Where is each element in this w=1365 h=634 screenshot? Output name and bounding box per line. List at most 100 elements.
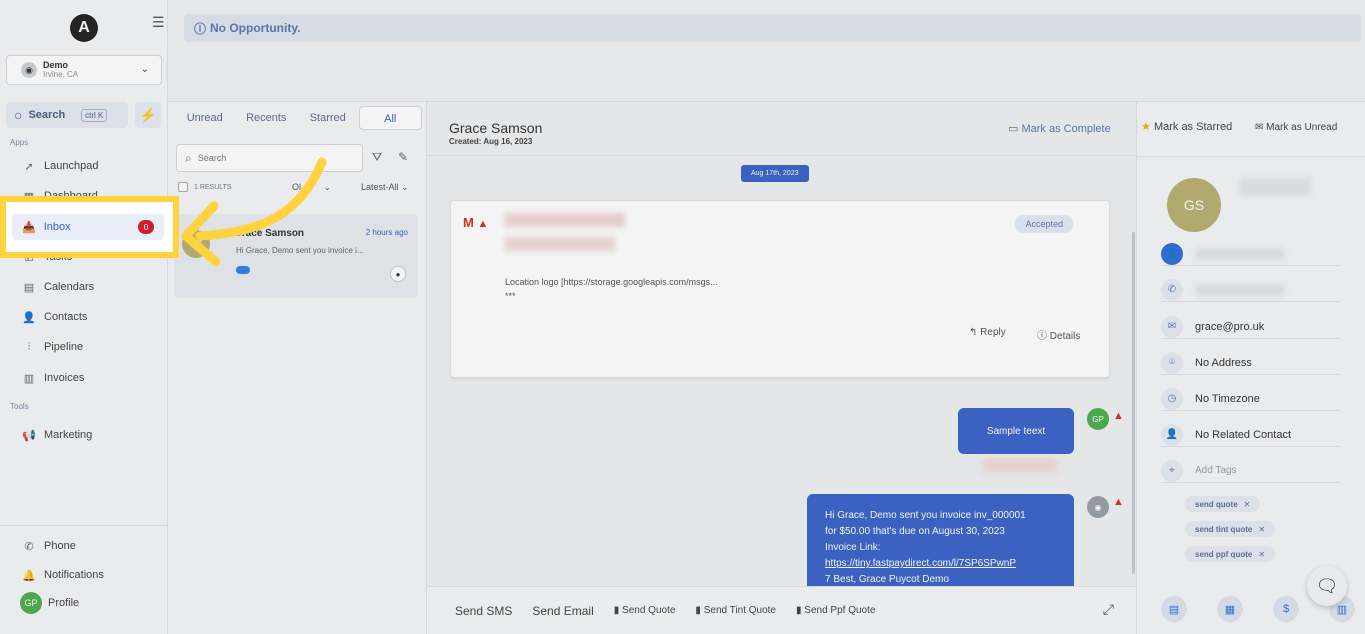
warning-icon: ▲ — [477, 218, 489, 230]
clipboard-icon: ▮ — [613, 605, 620, 616]
document-icon[interactable]: ▦ — [1217, 596, 1243, 622]
sidebar-item-marketing[interactable]: 📢 Marketing — [22, 425, 92, 445]
address-field[interactable]: ⌾ No Address — [1161, 351, 1341, 375]
related-contact-field[interactable]: 👤 No Related Contact — [1161, 423, 1341, 447]
inbox-highlight: 📥 Inbox 0 — [0, 196, 179, 258]
send-tint-quote-button[interactable]: ▮ Send Tint Quote — [695, 605, 776, 616]
contact-name-field[interactable]: 👤 — [1161, 242, 1341, 266]
sidebar-item-calendars[interactable]: ▤ Calendars — [22, 277, 94, 297]
sidebar-item-pipeline[interactable]: ⫶ Pipeline — [22, 337, 84, 357]
email-message-card: M ▲ Accepted Location logo [https://stor… — [450, 200, 1110, 378]
tags-placeholder: Add Tags — [1195, 465, 1237, 476]
tag-chip[interactable]: send tint quote ✕ — [1185, 521, 1276, 537]
conversation-search-input[interactable]: ⌕ Search — [176, 144, 363, 172]
mark-complete-button[interactable]: ▭ Mark as Complete — [1008, 122, 1111, 135]
tags-input[interactable]: ⌖ Add Tags — [1161, 459, 1341, 483]
contact-panel: ★ Mark as Starred ✉ Mark as Unread GS 👤 … — [1136, 102, 1365, 634]
message-line: Hi Grace, Demo sent you invoice inv_0000… — [825, 510, 1026, 521]
apps-section-heading: Apps — [10, 138, 29, 147]
sidebar-item-label: Inbox — [43, 221, 71, 233]
conversation-tabs: Unread Recents Starred All — [174, 106, 422, 130]
email-body-line: Location logo [https://storage.googleapi… — [505, 277, 718, 287]
app-logo: A — [70, 14, 98, 42]
mark-starred-button[interactable]: ★ Mark as Starred — [1141, 120, 1232, 133]
send-ppf-quote-button[interactable]: ▮ Send Ppf Quote — [796, 605, 875, 616]
close-icon[interactable]: ✕ — [1258, 550, 1265, 559]
account-switcher[interactable]: ◉ Demo Irvine, CA ⌄ — [6, 55, 162, 85]
send-sms-button[interactable]: Send SMS — [455, 604, 512, 618]
close-icon[interactable]: ✕ — [1258, 525, 1265, 534]
select-all-checkbox[interactable] — [178, 182, 188, 192]
compose-icon[interactable]: ✎ — [398, 150, 408, 164]
message-line: for $50.00 that's due on August 30, 2023 — [825, 526, 1005, 537]
timezone-value: No Timezone — [1195, 392, 1260, 405]
search-icon: ○ — [14, 107, 23, 123]
results-count: 1 RESULTS — [178, 182, 232, 192]
payment-icon[interactable]: $ — [1273, 596, 1299, 622]
clipboard-icon: ▮ — [695, 605, 701, 616]
clock-icon: ◷ — [1161, 387, 1183, 410]
details-button[interactable]: ⓘ Details — [1037, 327, 1080, 342]
sidebar-item-inbox[interactable]: 📥 Inbox 0 — [12, 214, 164, 240]
conversation-list: Unread Recents Starred All ⌕ Search ⛛ ✎ … — [168, 102, 427, 634]
close-icon[interactable]: ✕ — [1244, 500, 1251, 509]
sort-order-dropdown[interactable]: Ol ⌄ — [292, 182, 331, 193]
contact-avatar: GS — [1167, 178, 1221, 232]
sidebar-item-launchpad[interactable]: ➚ Launchpad — [22, 156, 98, 176]
mark-complete-label: Mark as Complete — [1021, 123, 1111, 135]
reply-label: Reply — [980, 327, 1006, 338]
sidebar: A ☰ ◉ Demo Irvine, CA ⌄ ○ Search ctrl K … — [0, 0, 168, 634]
chat-created-date: Created: Aug 16, 2023 — [449, 137, 533, 146]
tab-all[interactable]: All — [358, 106, 422, 130]
panel-divider — [1137, 156, 1365, 157]
sidebar-item-profile[interactable]: GP Profile — [20, 592, 79, 614]
invoice-link[interactable]: https://tiny.fastpaydirect.com/l/7SP6SPw… — [825, 558, 1016, 569]
sidebar-item-phone[interactable]: ✆ Phone — [22, 536, 75, 556]
tab-recents[interactable]: Recents — [236, 106, 298, 130]
reply-button[interactable]: ↰ Reply — [969, 327, 1006, 338]
notes-icon[interactable]: ▤ — [1161, 596, 1187, 622]
location-pin-icon: ⌾ — [1161, 351, 1183, 374]
mark-unread-button[interactable]: ✉ Mark as Unread — [1255, 122, 1337, 133]
sender-avatar-icon: ◉ — [1087, 496, 1109, 518]
invoice-icon: ▥ — [23, 372, 35, 385]
sidebar-item-notifications[interactable]: 🔔 Notifications — [22, 565, 104, 585]
conversation-item[interactable]: GS Grace Samson 2 hours ago Hi Grace, De… — [174, 214, 418, 298]
tab-unread[interactable]: Unread — [174, 106, 236, 130]
tag-chip[interactable]: send quote ✕ — [1185, 496, 1261, 512]
send-tint-quote-label: Send Tint Quote — [703, 605, 776, 616]
timezone-field[interactable]: ◷ No Timezone — [1161, 387, 1341, 411]
chat-widget-icon[interactable]: 🗨 — [1307, 566, 1347, 606]
sort-filter-dropdown[interactable]: Latest-All ⌄ — [361, 182, 409, 193]
expand-icon[interactable]: ⤢ — [1103, 601, 1114, 618]
send-email-button[interactable]: Send Email — [532, 604, 593, 618]
sidebar-item-invoices[interactable]: ▥ Invoices — [22, 368, 85, 388]
sort-filter-label: Latest-All — [361, 182, 399, 192]
redacted-contact-name — [1239, 178, 1311, 196]
redacted-meta — [983, 458, 1057, 472]
inbox-icon: 📥 — [22, 221, 36, 234]
collapse-menu-icon[interactable]: ☰ — [152, 14, 165, 31]
search-icon: ⌕ — [185, 150, 192, 165]
composer-bar: Send SMS Send Email ▮ Send Quote ▮ Send … — [427, 586, 1136, 634]
quick-actions-bolt-icon[interactable]: ⚡ — [135, 102, 161, 128]
folder-icon: ▭ — [1008, 123, 1019, 135]
send-quote-label: Send Quote — [622, 605, 676, 616]
phone-field[interactable]: ✆ — [1161, 278, 1341, 302]
megaphone-icon: 📢 — [22, 429, 36, 442]
conversation-preview: Hi Grace, Demo sent you invoice i... — [236, 246, 364, 255]
sidebar-search[interactable]: ○ Search ctrl K — [6, 102, 128, 128]
filter-icon[interactable]: ⛛ — [372, 150, 382, 165]
sidebar-item-contacts[interactable]: 👤 Contacts — [22, 307, 87, 327]
info-icon: ⓘ — [1037, 331, 1047, 342]
user-icon: 👤 — [1161, 423, 1183, 446]
rocket-icon: ➚ — [24, 160, 34, 173]
tab-starred[interactable]: Starred — [297, 106, 359, 130]
chat-scrollbar[interactable] — [1132, 232, 1135, 574]
channel-chip — [236, 266, 250, 274]
status-badge: Accepted — [1015, 215, 1073, 233]
send-quote-button[interactable]: ▮ Send Quote — [614, 605, 676, 616]
tag-chip[interactable]: send ppf quote ✕ — [1185, 546, 1276, 562]
sidebar-divider — [0, 525, 168, 526]
email-field[interactable]: ✉ grace@pro.uk — [1161, 315, 1341, 339]
